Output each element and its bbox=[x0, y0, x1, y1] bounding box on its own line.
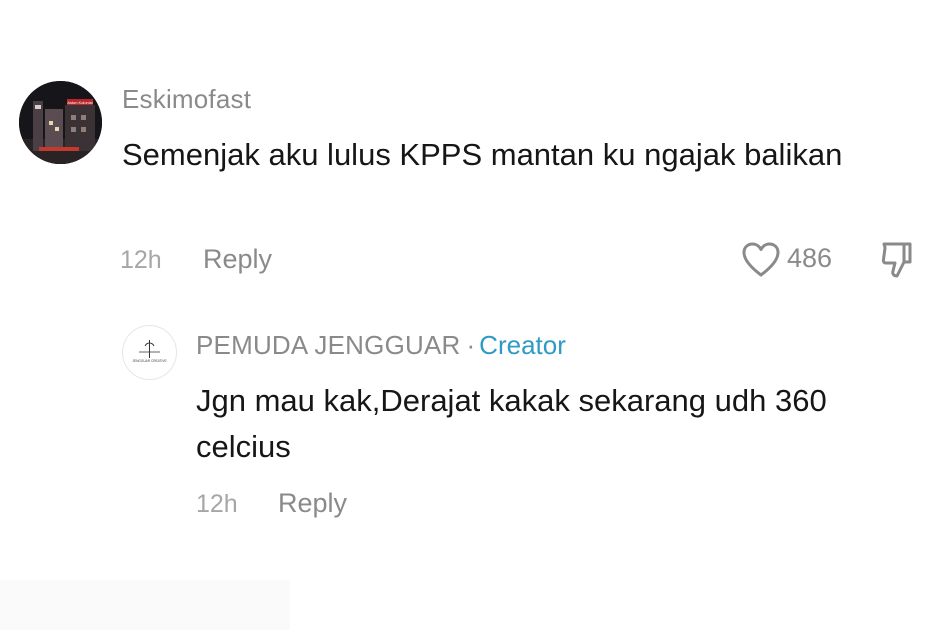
reply-username[interactable]: PEMUDA JENGGUAR bbox=[196, 330, 461, 360]
creator-badge: Creator bbox=[479, 330, 566, 360]
reply-timestamp: 12h bbox=[196, 490, 238, 518]
like-count: 486 bbox=[787, 243, 833, 273]
creator-logo-text: JENGGUAR CREATIVE bbox=[132, 359, 166, 363]
reply-button[interactable]: Reply bbox=[203, 244, 272, 275]
avatar-sign: Aston Kolonial bbox=[67, 100, 93, 105]
thumbs-down-icon[interactable] bbox=[880, 240, 918, 280]
heart-icon[interactable] bbox=[741, 241, 781, 279]
background-strip bbox=[0, 580, 290, 630]
separator-dot: · bbox=[466, 330, 476, 360]
comment-text: Semenjak aku lulus KPPS mantan ku ngajak… bbox=[122, 137, 843, 172]
comment-username[interactable]: Eskimofast bbox=[122, 84, 251, 115]
reply-reply-button[interactable]: Reply bbox=[278, 488, 347, 519]
creator-avatar[interactable]: JENGGUAR CREATIVE bbox=[122, 325, 177, 380]
reply-text: Jgn mau kak,Derajat kakak sekarang udh 3… bbox=[196, 383, 827, 464]
avatar-photo: Aston Kolonial bbox=[19, 81, 102, 164]
creator-logo: JENGGUAR CREATIVE bbox=[132, 340, 167, 363]
reply-header: PEMUDA JENGGUAR · Creator bbox=[196, 330, 566, 361]
avatar[interactable]: Aston Kolonial bbox=[19, 81, 102, 164]
comment-timestamp: 12h bbox=[120, 246, 162, 274]
